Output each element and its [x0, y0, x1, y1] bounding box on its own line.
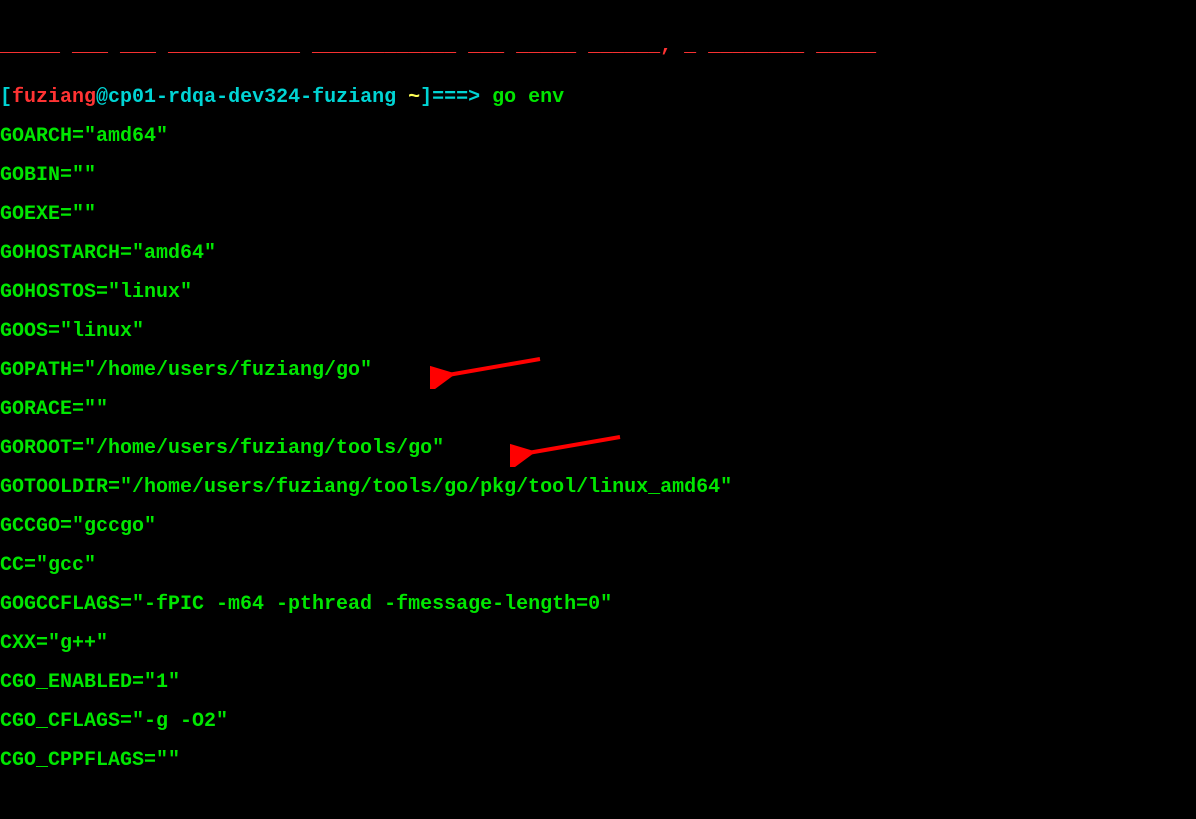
- env-line: GOTOOLDIR="/home/users/fuziang/tools/go/…: [0, 468, 1196, 507]
- env-line: GOOS="linux": [0, 312, 1196, 351]
- env-line: GOROOT="/home/users/fuziang/tools/go": [0, 429, 1196, 468]
- prompt-arrow: ===>: [432, 86, 480, 109]
- env-line: GOEXE="": [0, 195, 1196, 234]
- terminal-output[interactable]: _____ ___ ___ ___________ ____________ _…: [0, 0, 1196, 819]
- prompt-at: @: [96, 86, 108, 109]
- env-line: CGO_CPPFLAGS="": [0, 741, 1196, 780]
- prompt-space: [396, 86, 408, 109]
- truncated-header-line: _____ ___ ___ ___________ ____________ _…: [0, 27, 1196, 66]
- annotation-arrow-icon: [430, 353, 550, 389]
- env-line: GOHOSTOS="linux": [0, 273, 1196, 312]
- env-line: CGO_CFLAGS="-g -O2": [0, 702, 1196, 741]
- env-output: GOARCH="amd64"GOBIN=""GOEXE=""GOHOSTARCH…: [0, 117, 1196, 780]
- env-line: GCCGO="gccgo": [0, 507, 1196, 546]
- env-line: CXX="g++": [0, 624, 1196, 663]
- env-line: GOBIN="": [0, 156, 1196, 195]
- prompt-command: go env: [480, 86, 564, 109]
- env-line: CC="gcc": [0, 546, 1196, 585]
- env-line: GOARCH="amd64": [0, 117, 1196, 156]
- prompt-line: [fuziang@cp01-rdqa-dev324-fuziang ~]===>…: [0, 78, 1196, 117]
- prompt-open-bracket: [: [0, 86, 12, 109]
- prompt-user: fuziang: [12, 86, 96, 109]
- env-line: GORACE="": [0, 390, 1196, 429]
- env-line: GOGCCFLAGS="-fPIC -m64 -pthread -fmessag…: [0, 585, 1196, 624]
- prompt-tilde: ~: [408, 86, 420, 109]
- env-line: CGO_ENABLED="1": [0, 663, 1196, 702]
- prompt-host: cp01-rdqa-dev324-fuziang: [108, 86, 396, 109]
- prompt-close-bracket: ]: [420, 86, 432, 109]
- env-line: GOPATH="/home/users/fuziang/go": [0, 351, 1196, 390]
- env-line: GOHOSTARCH="amd64": [0, 234, 1196, 273]
- annotation-arrow-icon: [510, 431, 630, 467]
